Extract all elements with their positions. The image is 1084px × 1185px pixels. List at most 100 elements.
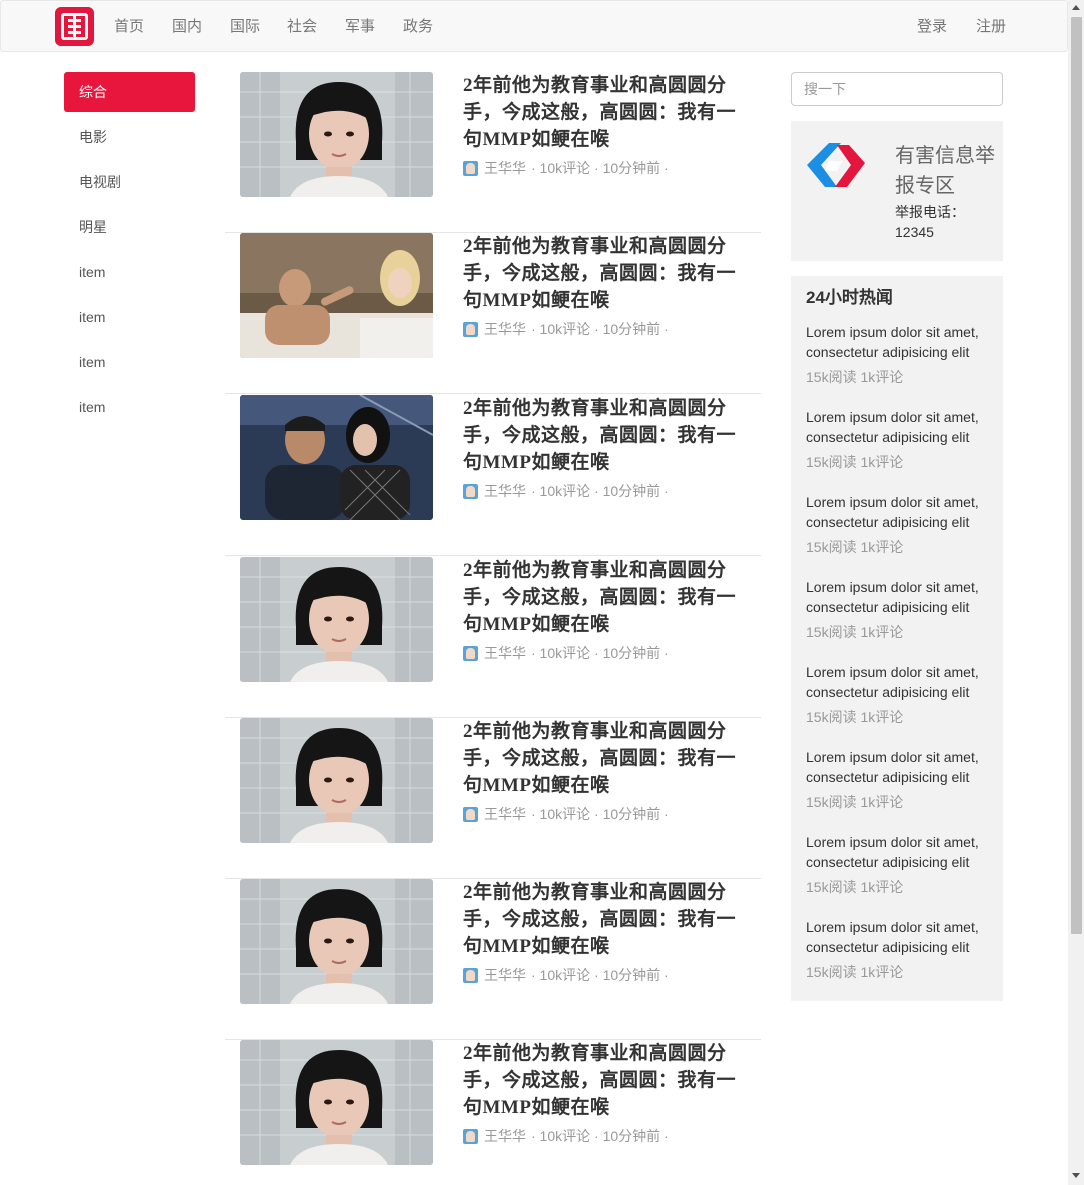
article-stats: · 10k评论 · 10分钟前 ·: [531, 321, 669, 337]
nav-item-military[interactable]: 军事: [345, 17, 375, 37]
menu-item[interactable]: item: [64, 297, 195, 337]
author-avatar-icon: [463, 1128, 478, 1144]
nav-item-home[interactable]: 首页: [114, 17, 144, 37]
hot-news-text[interactable]: Lorem ipsum dolor sit amet, consectetur …: [806, 917, 991, 957]
author-avatar-icon: [463, 806, 478, 822]
hot-news-item[interactable]: Lorem ipsum dolor sit amet, consectetur …: [806, 322, 991, 387]
report-title: 有害信息举报专区: [895, 145, 995, 197]
menu-item-tv[interactable]: 电视剧: [64, 162, 195, 202]
menu-item[interactable]: item: [64, 387, 195, 427]
hot-news-item[interactable]: Lorem ipsum dolor sit amet, consectetur …: [806, 492, 991, 557]
article-meta: 王华华 · 10k评论 · 10分钟前 ·: [463, 805, 669, 823]
article-title[interactable]: 2年前他为教育事业和高圆圆分手，今成这般，高圆圆：我有一句MMP如鲠在喉: [463, 233, 748, 314]
article-author[interactable]: 王华华: [484, 159, 526, 177]
article-thumbnail[interactable]: [240, 1040, 433, 1165]
article-author[interactable]: 王华华: [484, 966, 526, 984]
hot-news-stats: 15k阅读 1k评论: [806, 709, 904, 725]
top-navbar: 首页 国内 国际 社会 军事 政务 登录 注册: [0, 0, 1068, 52]
article-title[interactable]: 2年前他为教育事业和高圆圆分手，今成这般，高圆圆：我有一句MMP如鲠在喉: [463, 879, 748, 960]
hot-news-item[interactable]: Lorem ipsum dolor sit amet, consectetur …: [806, 662, 991, 727]
search-input[interactable]: [791, 72, 1003, 106]
article-stats: · 10k评论 · 10分钟前 ·: [531, 1128, 669, 1144]
hot-news-stats: 15k阅读 1k评论: [806, 369, 904, 385]
article-meta: 王华华 · 10k评论 · 10分钟前 ·: [463, 159, 669, 177]
hot-news-stats: 15k阅读 1k评论: [806, 539, 904, 555]
hot-news-stats: 15k阅读 1k评论: [806, 454, 904, 470]
article-row[interactable]: 2年前他为教育事业和高圆圆分手，今成这般，高圆圆：我有一句MMP如鲠在喉王华华 ·…: [225, 879, 761, 1040]
login-link[interactable]: 登录: [917, 17, 947, 37]
article-title[interactable]: 2年前他为教育事业和高圆圆分手，今成这般，高圆圆：我有一句MMP如鲠在喉: [463, 718, 748, 799]
scroll-down-icon[interactable]: [1072, 1173, 1080, 1178]
article-thumbnail[interactable]: [240, 557, 433, 682]
hot-news-stats: 15k阅读 1k评论: [806, 624, 904, 640]
article-row[interactable]: 2年前他为教育事业和高圆圆分手，今成这般，高圆圆：我有一句MMP如鲠在喉王华华 ·…: [225, 557, 761, 718]
menu-item-stars[interactable]: 明星: [64, 207, 195, 247]
article-meta: 王华华 · 10k评论 · 10分钟前 ·: [463, 1127, 669, 1145]
author-avatar-icon: [463, 160, 478, 176]
logo-glyph-icon: [61, 13, 88, 40]
hot-news-text[interactable]: Lorem ipsum dolor sit amet, consectetur …: [806, 747, 991, 787]
article-row[interactable]: 2年前他为教育事业和高圆圆分手，今成这般，高圆圆：我有一句MMP如鲠在喉王华华 ·…: [225, 1040, 761, 1185]
hot-news-item[interactable]: Lorem ipsum dolor sit amet, consectetur …: [806, 747, 991, 812]
article-thumbnail[interactable]: [240, 718, 433, 843]
article-meta: 王华华 · 10k评论 · 10分钟前 ·: [463, 644, 669, 662]
hot-news-text[interactable]: Lorem ipsum dolor sit amet, consectetur …: [806, 322, 991, 362]
article-author[interactable]: 王华华: [484, 320, 526, 338]
article-meta: 王华华 · 10k评论 · 10分钟前 ·: [463, 966, 669, 984]
hot-news-text[interactable]: Lorem ipsum dolor sit amet, consectetur …: [806, 577, 991, 617]
author-avatar-icon: [463, 967, 478, 983]
report-phone: 举报电话：12345: [895, 204, 965, 240]
article-title[interactable]: 2年前他为教育事业和高圆圆分手，今成这般，高圆圆：我有一句MMP如鲠在喉: [463, 395, 748, 476]
register-link[interactable]: 注册: [976, 17, 1006, 37]
article-author[interactable]: 王华华: [484, 805, 526, 823]
hot-news-item[interactable]: Lorem ipsum dolor sit amet, consectetur …: [806, 917, 991, 982]
brand-logo[interactable]: [55, 7, 94, 46]
article-stats: · 10k评论 · 10分钟前 ·: [531, 160, 669, 176]
menu-item-general[interactable]: 综合: [64, 72, 195, 112]
article-row[interactable]: 2年前他为教育事业和高圆圆分手，今成这般，高圆圆：我有一句MMP如鲠在喉王华华 ·…: [225, 718, 761, 879]
article-row[interactable]: 2年前他为教育事业和高圆圆分手，今成这般，高圆圆：我有一句MMP如鲠在喉王华华 ·…: [225, 72, 761, 233]
report-logo-icon: [807, 143, 865, 187]
article-author[interactable]: 王华华: [484, 482, 526, 500]
hot-news-text[interactable]: Lorem ipsum dolor sit amet, consectetur …: [806, 492, 991, 532]
article-thumbnail[interactable]: [240, 233, 433, 358]
article-row[interactable]: 2年前他为教育事业和高圆圆分手，今成这般，高圆圆：我有一句MMP如鲠在喉王华华 ·…: [225, 395, 761, 556]
hot-news-item[interactable]: Lorem ipsum dolor sit amet, consectetur …: [806, 407, 991, 472]
hot-news-stats: 15k阅读 1k评论: [806, 794, 904, 810]
menu-item[interactable]: item: [64, 252, 195, 292]
nav-item-domestic[interactable]: 国内: [172, 17, 202, 37]
hot-news-text[interactable]: Lorem ipsum dolor sit amet, consectetur …: [806, 407, 991, 447]
scroll-up-icon[interactable]: [1072, 5, 1080, 10]
author-avatar-icon: [463, 321, 478, 337]
hot-news-title: 24小时热闻: [806, 288, 893, 307]
page-scrollbar[interactable]: [1068, 0, 1084, 1185]
article-title[interactable]: 2年前他为教育事业和高圆圆分手，今成这般，高圆圆：我有一句MMP如鲠在喉: [463, 72, 748, 153]
article-meta: 王华华 · 10k评论 · 10分钟前 ·: [463, 320, 669, 338]
article-stats: · 10k评论 · 10分钟前 ·: [531, 806, 669, 822]
article-meta: 王华华 · 10k评论 · 10分钟前 ·: [463, 482, 669, 500]
article-title[interactable]: 2年前他为教育事业和高圆圆分手，今成这般，高圆圆：我有一句MMP如鲠在喉: [463, 1040, 748, 1121]
article-stats: · 10k评论 · 10分钟前 ·: [531, 483, 669, 499]
article-thumbnail[interactable]: [240, 395, 433, 520]
article-title[interactable]: 2年前他为教育事业和高圆圆分手，今成这般，高圆圆：我有一句MMP如鲠在喉: [463, 557, 748, 638]
report-panel[interactable]: 有害信息举报专区 举报电话：12345: [791, 121, 1003, 261]
hot-news-stats: 15k阅读 1k评论: [806, 964, 904, 980]
scroll-thumb[interactable]: [1071, 17, 1082, 934]
article-stats: · 10k评论 · 10分钟前 ·: [531, 967, 669, 983]
hot-news-item[interactable]: Lorem ipsum dolor sit amet, consectetur …: [806, 577, 991, 642]
author-avatar-icon: [463, 483, 478, 499]
article-row[interactable]: 2年前他为教育事业和高圆圆分手，今成这般，高圆圆：我有一句MMP如鲠在喉王华华 ·…: [225, 233, 761, 394]
nav-item-society[interactable]: 社会: [287, 17, 317, 37]
menu-item[interactable]: item: [64, 342, 195, 382]
hot-news-text[interactable]: Lorem ipsum dolor sit amet, consectetur …: [806, 832, 991, 872]
hot-news-item[interactable]: Lorem ipsum dolor sit amet, consectetur …: [806, 832, 991, 897]
menu-item-movies[interactable]: 电影: [64, 117, 195, 157]
article-author[interactable]: 王华华: [484, 1127, 526, 1145]
article-author[interactable]: 王华华: [484, 644, 526, 662]
article-stats: · 10k评论 · 10分钟前 ·: [531, 645, 669, 661]
article-thumbnail[interactable]: [240, 72, 433, 197]
hot-news-text[interactable]: Lorem ipsum dolor sit amet, consectetur …: [806, 662, 991, 702]
nav-item-politics[interactable]: 政务: [403, 17, 433, 37]
article-thumbnail[interactable]: [240, 879, 433, 1004]
nav-item-international[interactable]: 国际: [230, 17, 260, 37]
